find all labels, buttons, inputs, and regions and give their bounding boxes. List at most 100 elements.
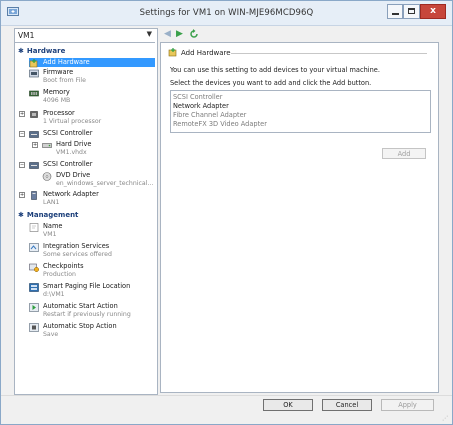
list-item[interactable]: Network Adapter [173, 102, 229, 110]
scsi-controller-icon [29, 131, 39, 138]
add-hardware-icon [29, 59, 38, 68]
footer-divider [1, 395, 452, 396]
network-adapter-icon [31, 191, 37, 200]
tree-item-dvd-drive[interactable]: DVD Drive en_windows_server_technical... [42, 171, 155, 190]
vm-select[interactable]: VM1 ▼ [15, 29, 155, 43]
tree-item-label: Name [43, 222, 63, 230]
tree-item-auto-stop[interactable]: Automatic Stop Action Save [29, 322, 155, 341]
tree-item-label: Integration Services [43, 242, 110, 250]
back-arrow-icon[interactable]: ◀ [164, 30, 171, 39]
tree-item-firmware[interactable]: Firmware Boot from File [29, 68, 155, 87]
tree-item-label: Hard Drive [56, 140, 92, 148]
window-title: Settings for VM1 on WIN-MJE96MCD96Q [139, 8, 314, 18]
list-item[interactable]: RemoteFX 3D Video Adapter [173, 120, 267, 128]
cancel-button[interactable]: Cancel [322, 399, 372, 411]
processor-icon [30, 111, 38, 118]
settings-window: Settings for VM1 on WIN-MJE96MCD96Q x VM… [0, 0, 453, 425]
vm-select-value: VM1 [18, 31, 35, 40]
collapse-section-icon[interactable]: ✱ [18, 47, 24, 55]
auto-stop-icon [29, 323, 39, 332]
firmware-icon [29, 69, 39, 78]
scsi-controller-icon [29, 162, 39, 169]
tree-item-label: Smart Paging File Location [43, 282, 131, 290]
collapse-section-icon[interactable]: ✱ [18, 211, 24, 219]
hardware-section-header[interactable]: ✱ Hardware [18, 47, 65, 55]
tree-item-sub: LAN1 [43, 199, 60, 206]
tree-item-sub: 4096 MB [43, 97, 71, 104]
collapse-scsi-toggle[interactable]: − [19, 131, 25, 137]
close-button[interactable]: x [420, 4, 446, 19]
management-section-header[interactable]: ✱ Management [18, 211, 78, 219]
settings-tree-panel: VM1 ▼ ✱ Hardware Add Hardware Firmware Bo… [14, 28, 158, 395]
integration-services-icon [29, 243, 39, 252]
smart-paging-icon [29, 283, 39, 292]
collapse-scsi-toggle[interactable]: − [19, 162, 25, 168]
tree-item-label: Checkpoints [43, 262, 84, 270]
tree-item-network-adapter[interactable]: Network Adapter LAN1 [29, 190, 155, 209]
tree-item-sub: d:\VM1 [43, 291, 65, 298]
close-icon: x [430, 6, 436, 16]
minimize-button[interactable] [387, 4, 403, 19]
auto-start-icon [29, 303, 39, 312]
apply-button[interactable]: Apply [381, 399, 434, 411]
tree-item-hard-drive[interactable]: Hard Drive VM1.vhdx [42, 140, 155, 159]
navigation-bar: ◀ ▶ [160, 28, 439, 42]
description-text: You can use this setting to add devices … [170, 66, 380, 74]
ok-button[interactable]: OK [263, 399, 313, 411]
group-title: Add Hardware [181, 49, 231, 57]
management-header-label: Management [26, 211, 79, 219]
tree-item-label: Firmware [43, 68, 74, 76]
checkpoints-icon [29, 263, 39, 272]
tree-item-label: Network Adapter [43, 190, 99, 198]
forward-arrow-icon[interactable]: ▶ [176, 30, 183, 39]
group-divider [231, 53, 427, 54]
add-hardware-panel: Add Hardware You can use this setting to… [160, 42, 439, 393]
hard-drive-icon [42, 143, 52, 148]
tree-item-label: SCSI Controller [43, 160, 93, 168]
tree-item-sub: en_windows_server_technical... [56, 180, 154, 187]
tree-item-label: Automatic Stop Action [43, 322, 117, 330]
expand-processor-toggle[interactable]: + [19, 111, 25, 117]
minimize-icon [392, 13, 399, 15]
tree-item-processor[interactable]: Processor 1 Virtual processor [29, 109, 155, 128]
tree-item-checkpoints[interactable]: Checkpoints Production [29, 262, 155, 281]
device-list[interactable]: SCSI Controller Network Adapter Fibre Ch… [170, 90, 431, 133]
expand-hard-drive-toggle[interactable]: + [32, 142, 38, 148]
dvd-drive-icon [42, 172, 52, 181]
tree-item-label: Add Hardware [43, 58, 90, 66]
tree-item-integration-services[interactable]: Integration Services Some services offer… [29, 242, 155, 261]
tree-item-sub: Production [43, 271, 76, 278]
instruction-text: Select the devices you want to add and c… [170, 79, 372, 87]
tree-item-smart-paging[interactable]: Smart Paging File Location d:\VM1 [29, 282, 155, 301]
tree-item-label: Memory [43, 88, 70, 96]
list-item[interactable]: SCSI Controller [173, 93, 222, 101]
tree-item-sub: VM1.vhdx [56, 149, 87, 156]
add-button[interactable]: Add [382, 148, 426, 159]
tree-item-label: DVD Drive [56, 171, 91, 179]
chevron-down-icon[interactable]: ▼ [147, 30, 152, 38]
expand-network-adapter-toggle[interactable]: + [19, 192, 25, 198]
tree-item-sub: Save [43, 331, 59, 338]
tree-item-label: Automatic Start Action [43, 302, 118, 310]
tree-item-auto-start[interactable]: Automatic Start Action Restart if previo… [29, 302, 155, 321]
tree-item-name[interactable]: Name VM1 [29, 222, 155, 241]
settings-detail-area: ◀ ▶ Add Hardware You can use this settin… [160, 28, 439, 393]
add-hardware-icon [168, 48, 177, 57]
resize-grip-icon[interactable]: ⋰ [442, 415, 448, 422]
maximize-button[interactable] [403, 4, 420, 19]
tree-item-memory[interactable]: Memory 4096 MB [29, 88, 155, 107]
tree-item-sub: Restart if previously running [43, 311, 131, 318]
hardware-header-label: Hardware [26, 47, 66, 55]
tree-item-sub: Some services offered [43, 251, 112, 258]
list-item[interactable]: Fibre Channel Adapter [173, 111, 246, 119]
title-bar[interactable]: Settings for VM1 on WIN-MJE96MCD96Q x [1, 1, 452, 26]
name-icon [29, 223, 39, 232]
memory-icon [29, 90, 39, 97]
tree-item-sub: Boot from File [43, 77, 86, 84]
maximize-icon [408, 8, 415, 14]
tree-item-sub: VM1 [43, 231, 57, 238]
tree-item-label: Processor [43, 109, 75, 117]
tree-item-label: SCSI Controller [43, 129, 93, 137]
tree-item-sub: 1 Virtual processor [43, 118, 102, 125]
refresh-icon[interactable] [189, 29, 199, 39]
